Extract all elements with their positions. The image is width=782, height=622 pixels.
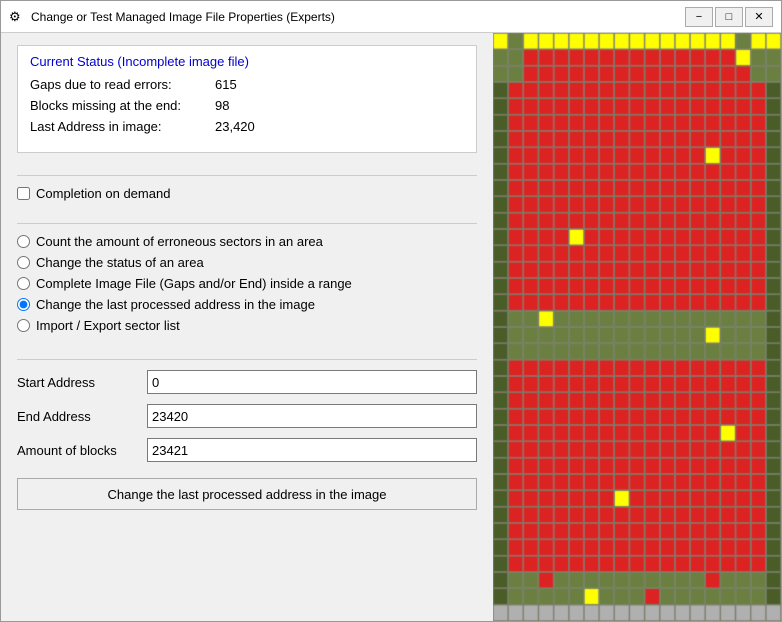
status-label-2: Last Address in image: [30,119,215,134]
radio-row-2: Complete Image File (Gaps and/or End) in… [17,276,477,291]
close-button[interactable]: ✕ [745,7,773,27]
radio-label-0[interactable]: Count the amount of erroneous sectors in… [36,234,323,249]
radio-label-2[interactable]: Complete Image File (Gaps and/or End) in… [36,276,352,291]
start-address-row: Start Address [17,370,477,394]
window-controls: − □ ✕ [685,7,773,27]
radio-opt4[interactable] [17,298,30,311]
content-area: Current Status (Incomplete image file) G… [1,33,781,621]
start-address-label: Start Address [17,375,147,390]
amount-blocks-row: Amount of blocks [17,438,477,462]
status-section: Current Status (Incomplete image file) G… [17,45,477,153]
end-address-label: End Address [17,409,147,424]
status-row-0: Gaps due to read errors: 615 [30,77,464,92]
status-title: Current Status (Incomplete image file) [30,54,464,69]
maximize-button[interactable]: □ [715,7,743,27]
radio-opt2[interactable] [17,256,30,269]
completion-on-demand-label[interactable]: Completion on demand [36,186,170,201]
completion-on-demand-checkbox[interactable] [17,187,30,200]
main-window: ⚙ Change or Test Managed Image File Prop… [0,0,782,622]
radio-row-4: Import / Export sector list [17,318,477,333]
end-address-input[interactable] [147,404,477,428]
fields-section: Start Address End Address Amount of bloc… [17,370,477,462]
window-icon: ⚙ [9,9,25,25]
window-title: Change or Test Managed Image File Proper… [31,10,685,24]
radio-row-3: Change the last processed address in the… [17,297,477,312]
radio-row-0: Count the amount of erroneous sectors in… [17,234,477,249]
status-value-0: 615 [215,77,237,92]
radio-row-1: Change the status of an area [17,255,477,270]
radio-label-3[interactable]: Change the last processed address in the… [36,297,315,312]
radio-label-1[interactable]: Change the status of an area [36,255,204,270]
end-address-row: End Address [17,404,477,428]
right-panel [493,33,781,621]
status-row-1: Blocks missing at the end: 98 [30,98,464,113]
radio-opt1[interactable] [17,235,30,248]
radio-opt3[interactable] [17,277,30,290]
status-row-2: Last Address in image: 23,420 [30,119,464,134]
status-label-0: Gaps due to read errors: [30,77,215,92]
radio-label-4[interactable]: Import / Export sector list [36,318,180,333]
minimize-button[interactable]: − [685,7,713,27]
amount-blocks-label: Amount of blocks [17,443,147,458]
radio-group: Count the amount of erroneous sectors in… [17,234,477,333]
divider-3 [17,359,477,360]
status-value-1: 98 [215,98,229,113]
title-bar: ⚙ Change or Test Managed Image File Prop… [1,1,781,33]
status-value-2: 23,420 [215,119,255,134]
status-label-1: Blocks missing at the end: [30,98,215,113]
start-address-input[interactable] [147,370,477,394]
amount-blocks-input[interactable] [147,438,477,462]
divider-1 [17,175,477,176]
left-panel: Current Status (Incomplete image file) G… [1,33,493,621]
action-button[interactable]: Change the last processed address in the… [17,478,477,510]
radio-opt5[interactable] [17,319,30,332]
grid-canvas [493,33,781,621]
divider-2 [17,223,477,224]
completion-on-demand-row: Completion on demand [17,186,477,201]
